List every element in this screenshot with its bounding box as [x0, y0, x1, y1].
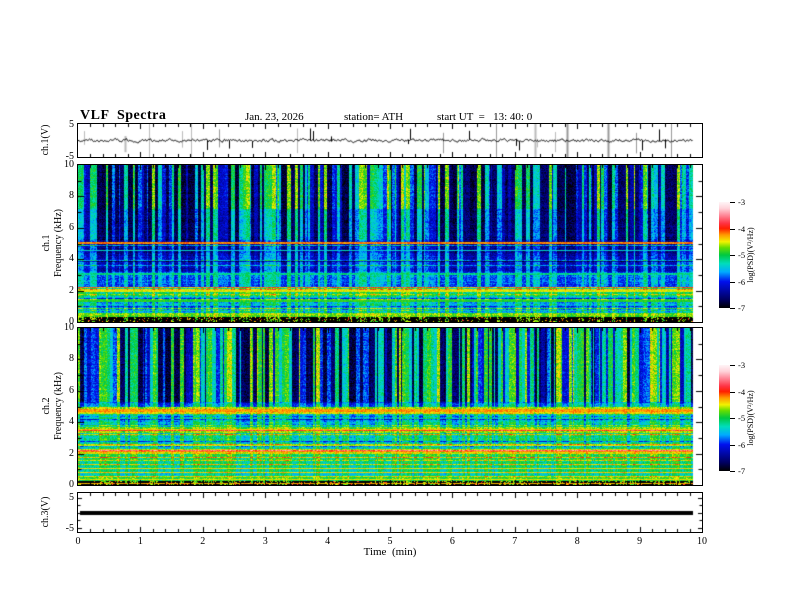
ch1-waveform-canvas [78, 124, 702, 157]
date-label: Jan. 23, 2026 [245, 111, 304, 123]
ch2-spec-ytick: 2 [69, 447, 74, 459]
ch2-spec-ytick: 6 [69, 384, 74, 396]
colorbar-tick-mark [730, 255, 735, 256]
colorbar-tick-label: -5 [738, 249, 746, 260]
ch1-spec-ytick: 6 [69, 221, 74, 233]
colorbar-tick-mark [730, 308, 735, 309]
time-axis-tick: 7 [512, 536, 518, 547]
ch1-spectrogram-canvas [78, 165, 702, 322]
colorbar-tick-mark [730, 471, 735, 472]
colorbar-tick-label: -3 [738, 359, 746, 370]
ch1-spec-ytick: 4 [69, 253, 74, 265]
time-axis-tick: 6 [449, 536, 455, 547]
ch3-waveform-canvas [78, 493, 702, 532]
station-label: station= ATH [344, 111, 404, 123]
colorbar-tick-label: -5 [738, 412, 746, 423]
time-axis-tick: 5 [387, 536, 393, 547]
start-ut-label: start UT = 13: 40: 0 [437, 111, 533, 123]
ch1-spec-ytick: 2 [69, 284, 74, 296]
colorbar-ch1-label: log(PSD)(V²/Hz) [746, 227, 755, 283]
colorbar-ch2-label: log(PSD)(V²/Hz) [746, 390, 755, 446]
ch2-spec-ylabel-ch: ch.2 [41, 397, 52, 415]
ch1-spec-ytick: 10 [64, 159, 74, 170]
ch1-spec-ylabel-freq: Frequency (kHz) [53, 208, 64, 278]
colorbar-tick-label: -6 [738, 439, 746, 450]
colorbar-tick-label: -6 [738, 276, 746, 287]
time-axis-tick: 2 [200, 536, 206, 547]
ch1-spec-ytick: 8 [69, 190, 74, 202]
ch2-spec-ytick: 4 [69, 416, 74, 428]
ch2-spec-ytick: 10 [64, 322, 74, 333]
time-axis-tick: 9 [637, 536, 643, 547]
time-axis-label: Time (min) [363, 546, 417, 558]
ch2-spec-ylabel-freq: Frequency (kHz) [53, 371, 64, 441]
colorbar-tick-label: -7 [738, 465, 746, 476]
vlf-spectra-figure: VLF Spectra Jan. 23, 2026 station= ATH s… [0, 0, 792, 612]
colorbar-tick-mark [730, 365, 735, 366]
colorbar-tick-label: -7 [738, 302, 746, 313]
ch2-spectrogram-canvas [78, 328, 702, 485]
time-axis-tick: 4 [325, 536, 331, 547]
ch2-spec-ytick: 8 [69, 353, 74, 365]
panel-ch2-spectrogram [77, 327, 703, 486]
colorbar-ch1 [719, 202, 730, 308]
time-axis-tick: 10 [697, 536, 707, 547]
ch1-wave-ytick: 5 [69, 119, 74, 130]
ch3-wave-ytick: -5 [65, 522, 74, 534]
page-title: VLF Spectra [80, 108, 167, 123]
colorbar-tick-label: -4 [738, 386, 746, 397]
colorbar-tick-mark [730, 391, 735, 393]
time-axis-tick: 1 [137, 536, 143, 547]
colorbar-tick-mark [730, 418, 735, 419]
panel-ch1-waveform [77, 123, 703, 158]
panel-ch3-waveform [77, 492, 703, 533]
colorbar-tick-mark [730, 444, 735, 446]
colorbar-tick-mark [730, 228, 735, 230]
time-axis-tick: 8 [574, 536, 580, 547]
ch3-wave-ytick: 5 [69, 491, 74, 503]
colorbar-tick-mark [730, 202, 735, 203]
panel-ch1-spectrogram [77, 164, 703, 323]
ch1-spec-ylabel-ch: ch.1 [41, 234, 52, 252]
colorbar-tick-label: -3 [738, 196, 746, 207]
colorbar-tick-label: -4 [738, 223, 746, 234]
colorbar-tick-mark [730, 281, 735, 283]
ch2-spec-ytick: 0 [69, 479, 74, 490]
time-axis-tick: 3 [262, 536, 268, 547]
time-axis-tick: 0 [75, 536, 81, 547]
colorbar-ch2 [719, 365, 730, 471]
